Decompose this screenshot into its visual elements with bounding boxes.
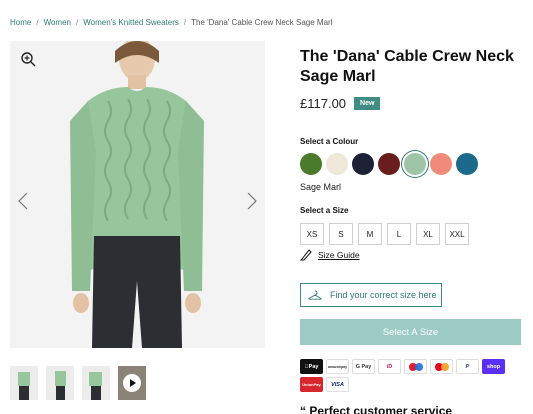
size-option-xl[interactable]: XL [416, 223, 440, 245]
thumbnail[interactable] [82, 366, 110, 400]
colour-swatches [300, 153, 478, 175]
swatch-green-icon[interactable] [300, 153, 322, 175]
product-main-image[interactable] [10, 41, 265, 348]
thumbnail-strip [10, 366, 146, 400]
find-size-button[interactable]: Find your correct size here [300, 283, 442, 307]
chevron-right-icon[interactable] [245, 191, 259, 211]
selected-colour-name: Sage Marl [300, 182, 342, 192]
apple-pay-icon: Pay [300, 359, 323, 374]
swatch-wine-icon[interactable] [378, 153, 400, 175]
product-price: £117.00 [300, 96, 347, 111]
google-pay-icon: G Pay [352, 359, 375, 374]
colour-label: Select a Colour [300, 137, 359, 146]
product-photo [10, 41, 265, 348]
thumbnail[interactable] [10, 366, 38, 400]
select-size-button[interactable]: Select A Size [300, 319, 521, 345]
breadcrumb-women[interactable]: Women [44, 18, 71, 27]
breadcrumb-separator: / [183, 18, 187, 27]
payment-methods: Pay amazonpay G Pay iD P shop UnionPay … [300, 359, 525, 392]
size-option-m[interactable]: M [358, 223, 382, 245]
shop-pay-icon: shop [482, 359, 505, 374]
breadcrumb: Home / Women / Women's Knitted Sweaters / The … [10, 18, 332, 27]
paypal-icon: P [456, 359, 479, 374]
new-badge: New [354, 97, 381, 110]
product-title: The 'Dana' Cable Crew Neck Sage Marl [300, 48, 514, 85]
swatch-teal-icon[interactable] [456, 153, 478, 175]
play-icon[interactable] [123, 374, 141, 392]
size-label: Select a Size [300, 206, 349, 215]
hanger-icon [308, 290, 322, 300]
thumbnail[interactable] [46, 366, 74, 400]
size-guide-label: Size Guide [318, 250, 360, 260]
breadcrumb-separator: / [36, 18, 39, 27]
mastercard-icon [430, 359, 453, 374]
video-thumbnail[interactable] [118, 366, 146, 400]
breadcrumb-current: The 'Dana' Cable Crew Neck Sage Marl [191, 18, 333, 27]
maestro-icon [404, 359, 427, 374]
perfect-service-heading: “ Perfect customer service [300, 404, 453, 414]
breadcrumb-home[interactable]: Home [10, 18, 31, 27]
ideal-icon: iD [378, 359, 401, 374]
visa-icon: VISA [326, 377, 349, 392]
chevron-left-icon[interactable] [16, 191, 30, 211]
price-row: £117.00 New [300, 96, 381, 111]
swatch-cream-icon[interactable] [326, 153, 348, 175]
swatch-coral-icon[interactable] [430, 153, 452, 175]
size-option-s[interactable]: S [329, 223, 353, 245]
unionpay-icon: UnionPay [300, 377, 323, 392]
size-option-xxl[interactable]: XXL [445, 223, 469, 245]
zoom-in-icon[interactable] [20, 51, 36, 67]
swatch-navy-icon[interactable] [352, 153, 374, 175]
breadcrumb-knitted-sweaters[interactable]: Women's Knitted Sweaters [83, 18, 179, 27]
breadcrumb-separator: / [76, 18, 79, 27]
size-guide-link[interactable]: Size Guide [300, 249, 360, 261]
size-option-l[interactable]: L [387, 223, 411, 245]
amazon-pay-icon: amazonpay [326, 359, 349, 374]
size-options: XS S M L XL XXL [300, 223, 469, 245]
size-option-xs[interactable]: XS [300, 223, 324, 245]
swatch-sage-icon[interactable] [404, 153, 426, 175]
pencil-ruler-icon [300, 249, 312, 261]
find-size-label: Find your correct size here [330, 290, 437, 300]
